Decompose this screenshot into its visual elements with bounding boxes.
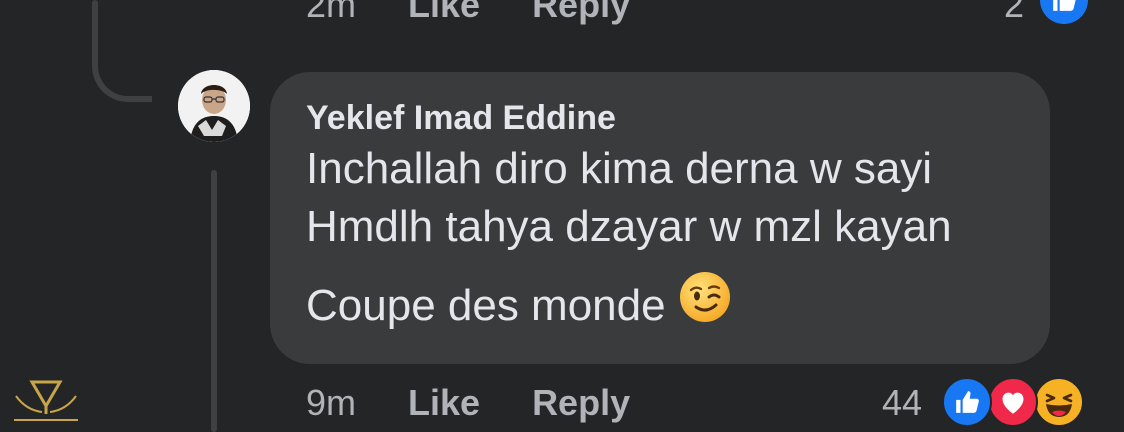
reaction-summary[interactable] (942, 376, 1084, 428)
like-icon (942, 377, 992, 427)
watermark-logo-icon (6, 376, 86, 428)
comment-thread: 2m Like Reply 2 Yeklef Imad Eddine Incha… (0, 0, 1124, 432)
previous-reply-button[interactable]: Reply (532, 0, 630, 26)
comment-text-line: Inchallah diro kima derna w sayi (306, 144, 933, 193)
winking-face-emoji-icon (678, 270, 732, 339)
reaction-count[interactable]: 44 (882, 378, 922, 428)
previous-comment-actions: 2m Like Reply (306, 0, 630, 30)
previous-reaction-count[interactable]: 2 (1004, 0, 1024, 30)
comment-author-name[interactable]: Yeklef Imad Eddine (306, 96, 1014, 140)
previous-like-reaction-icon[interactable] (1040, 0, 1088, 24)
comment-text-line: Coupe des monde (306, 281, 666, 331)
author-avatar[interactable] (178, 70, 250, 142)
comment-text-line: Hmdlh tahya dzayar w mzl kayan (306, 202, 952, 251)
love-icon (988, 377, 1038, 427)
previous-like-button[interactable]: Like (408, 0, 480, 26)
comment-bubble: Yeklef Imad Eddine Inchallah diro kima d… (270, 72, 1050, 364)
reply-button[interactable]: Reply (532, 382, 630, 424)
comment-text-line-with-emoji: Coupe des monde (306, 272, 1014, 343)
like-button[interactable]: Like (408, 382, 480, 424)
haha-icon (1034, 377, 1084, 427)
previous-comment-time: 2m (306, 0, 357, 25)
reply-connector-line (211, 170, 217, 432)
thread-branch-connector (92, 40, 152, 102)
comment-actions: 9m Like Reply (306, 378, 630, 428)
comment-time[interactable]: 9m (306, 382, 356, 424)
